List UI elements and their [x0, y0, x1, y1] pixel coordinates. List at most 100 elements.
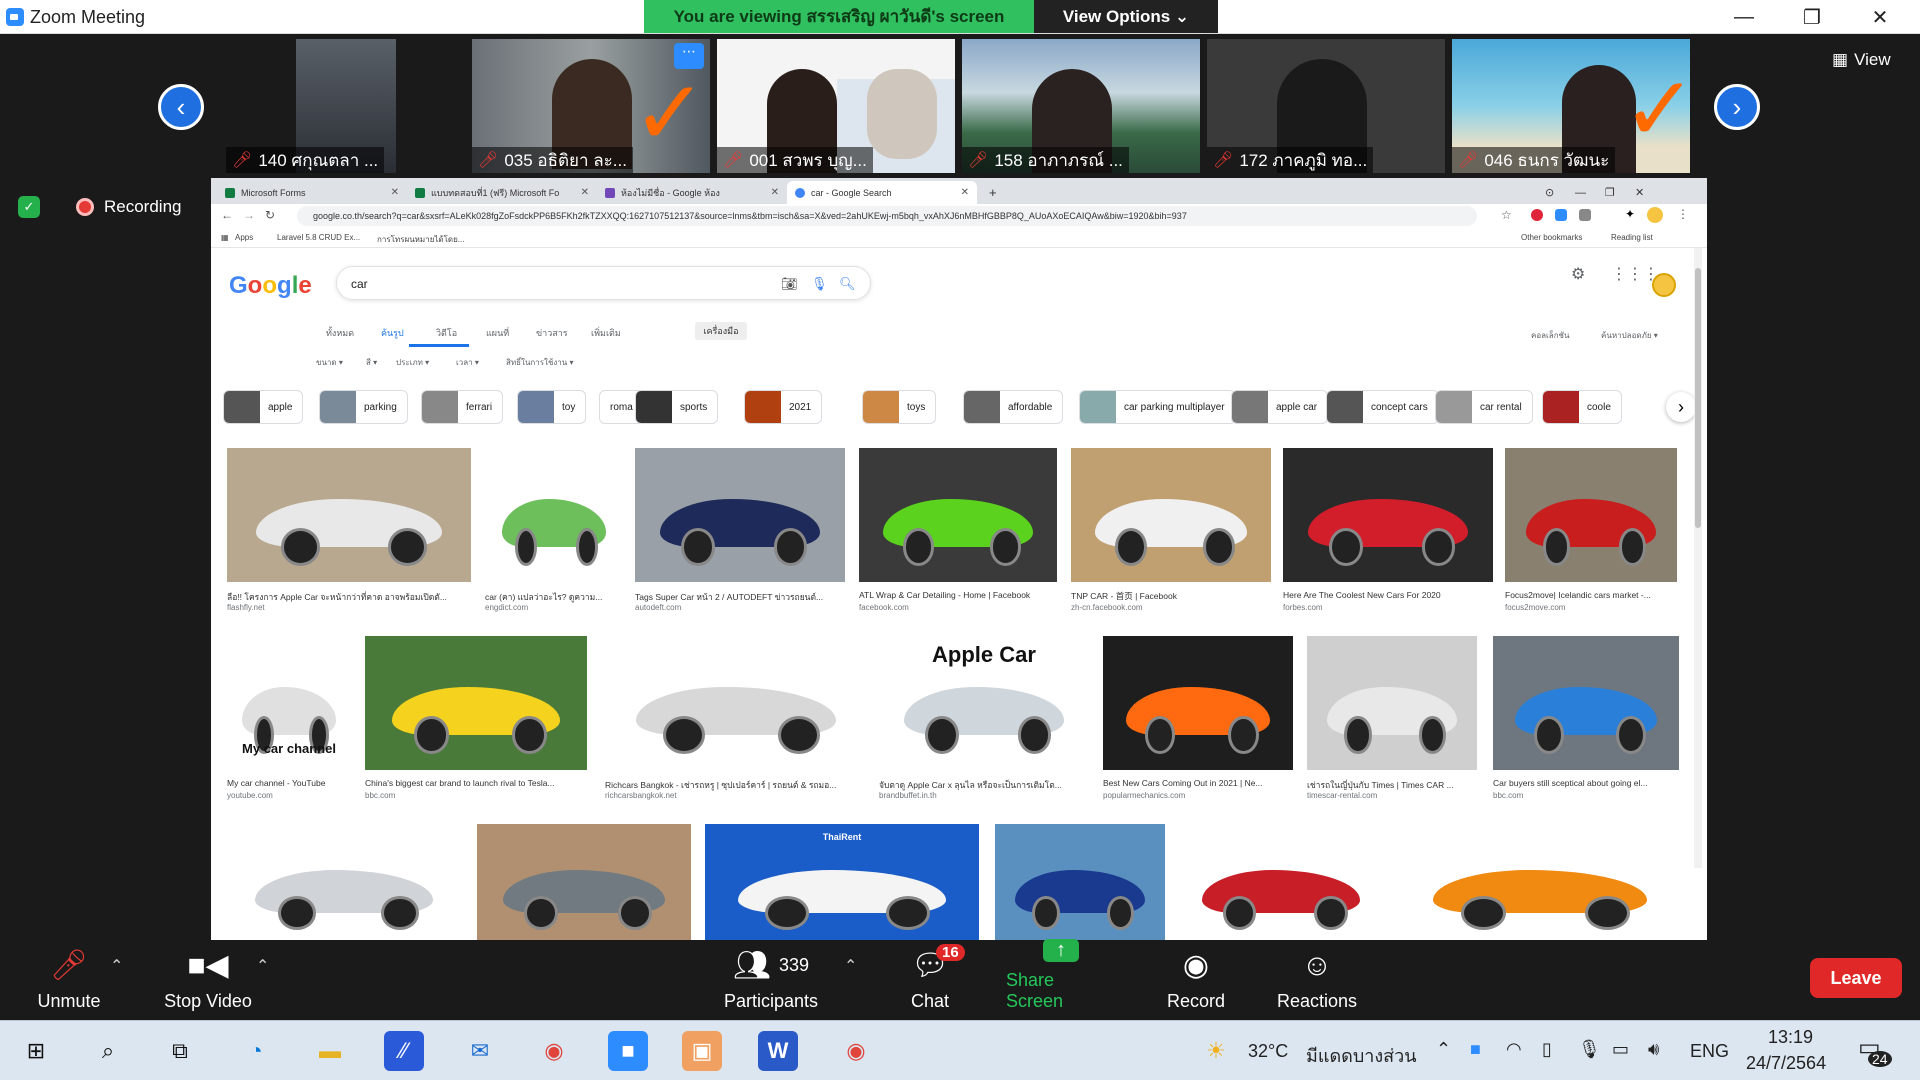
view-button[interactable]: ▦ View: [1832, 50, 1891, 70]
image-result[interactable]: [485, 448, 623, 582]
participant-tile[interactable]: 🎤︎ 140 ศกุณตลา ...: [226, 39, 464, 173]
participant-tile[interactable]: 🎤︎ 172 ภาคภูมิ ทอ...: [1207, 39, 1445, 173]
browser-close-icon[interactable]: ✕: [1627, 181, 1652, 204]
microphone-tray-icon[interactable]: 🎙︎: [1578, 1039, 1601, 1060]
participants-caret-icon[interactable]: ⌃: [844, 956, 857, 976]
edge-browser-icon[interactable]: ◔: [236, 1031, 276, 1071]
image-source[interactable]: bbc.com: [1493, 791, 1523, 800]
image-caption[interactable]: Richcars Bangkok - เช่ารถหรู | ซุปเปอร์ค…: [605, 778, 867, 792]
search-taskbar-icon[interactable]: ⌕: [88, 1031, 128, 1071]
image-source[interactable]: engdict.com: [485, 603, 528, 612]
related-chip[interactable]: affordable: [963, 390, 1064, 424]
microphone-icon[interactable]: 🎙︎: [811, 276, 828, 292]
account-avatar[interactable]: [1652, 273, 1676, 297]
related-chip[interactable]: car parking multiplayer: [1079, 390, 1236, 424]
settings-gear-icon[interactable]: ⚙: [1571, 264, 1585, 284]
opera-extension-icon[interactable]: [1531, 209, 1543, 221]
close-tab-icon[interactable]: ✕: [771, 187, 779, 198]
related-chip[interactable]: apple: [223, 390, 304, 424]
apps-grid-icon[interactable]: ▦: [221, 233, 229, 242]
browser-restore-icon[interactable]: ❐: [1597, 181, 1623, 204]
image-result[interactable]: My car channel: [227, 636, 351, 770]
clock-time[interactable]: 13:19: [1768, 1027, 1813, 1048]
chrome-profile-icon[interactable]: ◉: [836, 1031, 876, 1071]
participants-button[interactable]: 👥︎ 339 Participants: [716, 940, 826, 1020]
image-result[interactable]: [1071, 448, 1271, 582]
show-hidden-icons-icon[interactable]: ⌃: [1436, 1039, 1451, 1060]
bookmark-laravel[interactable]: Laravel 5.8 CRUD Ex...: [277, 233, 360, 242]
image-result[interactable]: [477, 824, 691, 940]
close-tab-icon[interactable]: ✕: [581, 187, 589, 198]
browser-menu-icon[interactable]: ⋮: [1677, 207, 1689, 221]
file-explorer-icon[interactable]: ▬: [310, 1031, 350, 1071]
related-chip[interactable]: concept cars: [1326, 390, 1439, 424]
next-page-button[interactable]: ›: [1714, 84, 1760, 130]
start-windows-icon[interactable]: ⊞: [16, 1031, 56, 1071]
share-screen-button[interactable]: ↑ Share Screen: [1006, 939, 1116, 1020]
browser-minimize-icon[interactable]: —: [1567, 181, 1594, 204]
prev-page-button[interactable]: ‹: [158, 84, 204, 130]
image-caption[interactable]: Car buyers still sceptical about going e…: [1493, 778, 1679, 788]
image-result[interactable]: [995, 824, 1165, 940]
image-result[interactable]: [1307, 636, 1477, 770]
image-source[interactable]: timescar-rental.com: [1307, 791, 1377, 800]
zoom-extension-icon[interactable]: [1555, 209, 1567, 221]
image-source[interactable]: popularmechanics.com: [1103, 791, 1185, 800]
search-query[interactable]: car: [351, 277, 368, 291]
line-app-icon[interactable]: ▣: [682, 1031, 722, 1071]
browser-tab[interactable]: แบบทดสอบที่1 (ฟรี) Microsoft Fo ✕: [407, 181, 597, 204]
participant-tile[interactable]: 🎤︎ 158 อาภาภรณ์ ...: [962, 39, 1200, 173]
visual-studio-icon[interactable]: ⁄⁄: [384, 1031, 424, 1071]
close-tab-icon[interactable]: ✕: [391, 187, 399, 198]
tab-news[interactable]: ข่าวสาร: [536, 326, 568, 340]
close-button[interactable]: ✕: [1846, 0, 1914, 34]
image-result[interactable]: Apple Car: [879, 636, 1089, 770]
image-source[interactable]: youtube.com: [227, 791, 273, 800]
related-chip[interactable]: toys: [862, 390, 937, 424]
new-tab-button[interactable]: +: [981, 181, 1005, 204]
image-result[interactable]: [1177, 824, 1385, 940]
filter-size[interactable]: ขนาด ▾: [316, 356, 343, 369]
image-source[interactable]: focus2move.com: [1505, 603, 1565, 612]
image-caption[interactable]: เช่ารถในญี่ปุ่นกับ Times | Times CAR ...: [1307, 778, 1477, 792]
input-language[interactable]: ENG: [1690, 1041, 1729, 1062]
related-chip[interactable]: apple car: [1231, 390, 1329, 424]
related-chip[interactable]: coole: [1542, 390, 1622, 424]
tab-all[interactable]: ทั้งหมด: [326, 326, 354, 340]
battery-icon[interactable]: ▭: [1612, 1039, 1629, 1060]
back-icon[interactable]: ←: [221, 208, 233, 222]
image-caption[interactable]: Here Are The Coolest New Cars For 2020: [1283, 590, 1493, 600]
browser-tab[interactable]: ห้องไม่มีชื่อ - Google ห้อง ✕: [597, 181, 787, 204]
image-caption[interactable]: car (คา) แปลว่าอะไร? ดูความ...: [485, 590, 623, 604]
tab-more[interactable]: เพิ่มเติม: [591, 326, 621, 340]
browser-tab-active[interactable]: car - Google Search ✕: [787, 181, 977, 204]
unmute-button[interactable]: 🎤︎ Unmute: [26, 940, 112, 1020]
image-caption[interactable]: ลือ!! โครงการ Apple Car จะหน้ากว่าที่คาด…: [227, 590, 471, 604]
related-chip[interactable]: 2021: [744, 390, 823, 424]
image-result[interactable]: [365, 636, 587, 770]
tab-videos[interactable]: วิดีโอ: [436, 326, 457, 340]
image-result[interactable]: [227, 448, 471, 582]
extension-icon[interactable]: [1579, 209, 1591, 221]
image-source[interactable]: richcarsbangkok.net: [605, 791, 677, 800]
leave-button[interactable]: Leave: [1810, 958, 1902, 998]
bookmark-thai[interactable]: การโทรผนหมายได้โดย...: [377, 233, 464, 246]
image-result[interactable]: [1103, 636, 1293, 770]
search-icon[interactable]: 🔍︎: [839, 276, 856, 292]
image-result[interactable]: [227, 824, 461, 940]
bookmark-star-icon[interactable]: ☆: [1501, 208, 1512, 222]
stop-video-button[interactable]: ■◀ Stop Video: [158, 940, 258, 1020]
image-caption[interactable]: My car channel - YouTube: [227, 778, 351, 788]
weather-temperature[interactable]: 32°C: [1248, 1041, 1288, 1062]
image-source[interactable]: forbes.com: [1283, 603, 1323, 612]
tab-images[interactable]: ค้นรูป: [381, 326, 404, 340]
device-icon[interactable]: ▯: [1542, 1039, 1552, 1060]
image-caption[interactable]: Tags Super Car หน้า 2 / AUTODEFT ข่าวรถย…: [635, 590, 845, 604]
puzzle-extensions-icon[interactable]: ✦: [1625, 207, 1635, 221]
zoom-taskbar-icon[interactable]: ■: [608, 1031, 648, 1071]
image-result[interactable]: [1493, 636, 1679, 770]
chrome-icon[interactable]: ◉: [534, 1031, 574, 1071]
safesearch-link[interactable]: ค้นหาปลอดภัย ▾: [1601, 329, 1658, 342]
participant-tile[interactable]: ✓ 🎤︎ 046 ธนกร วัฒนะ: [1452, 39, 1690, 173]
mail-icon[interactable]: ✉: [460, 1031, 500, 1071]
